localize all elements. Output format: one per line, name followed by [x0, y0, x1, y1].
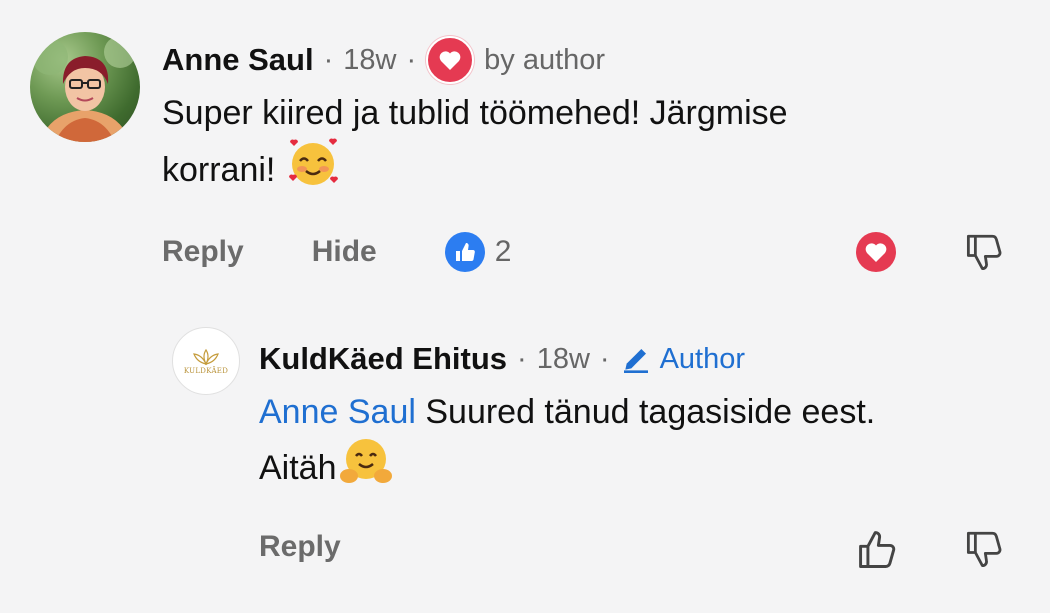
pencil-icon — [623, 349, 648, 373]
separator: · — [517, 342, 527, 375]
reaction-summary[interactable]: 2 — [444, 232, 512, 272]
separator: · — [599, 342, 610, 375]
mention-link[interactable]: Anne Saul — [259, 393, 416, 431]
heart-reaction-icon — [426, 36, 475, 84]
comment-text: Super kiired ja tublid töömehed! Järgmis… — [162, 89, 788, 202]
heart-icon — [865, 243, 887, 262]
author-badge-label: Author — [659, 342, 746, 375]
comment-time[interactable]: 18w — [343, 44, 396, 77]
reply-text: Anne Saul Suured tänud tagasiside eest. … — [259, 388, 875, 499]
reply-text-line: Aitäh — [259, 448, 337, 487]
heart-react-button[interactable] — [856, 232, 896, 272]
thumbs-down-icon — [966, 234, 1002, 271]
hide-button[interactable]: Hide — [312, 235, 377, 269]
comment-text-line: Super kiired ja tublid töömehed! Järgmis… — [162, 94, 788, 132]
smiling-face-with-hearts-icon — [287, 137, 339, 202]
reply-header: KuldKäed Ehitus · 18w · Author — [259, 337, 745, 381]
like-button[interactable] — [856, 528, 900, 572]
reply-reply-button[interactable]: Reply — [259, 530, 341, 564]
like-reaction-icon — [444, 232, 485, 272]
separator: · — [323, 43, 334, 76]
like-count: 2 — [494, 235, 512, 268]
thumbs-up-icon — [859, 531, 896, 568]
liked-by-author-label: by author — [484, 43, 606, 76]
reply-time[interactable]: 18w — [537, 343, 590, 376]
hugging-face-icon — [339, 436, 393, 499]
page-avatar[interactable]: KULDKÄED — [172, 327, 240, 395]
thumbs-down-icon — [966, 531, 1002, 568]
lotus-logo-icon — [193, 348, 219, 365]
dislike-button[interactable] — [964, 231, 1006, 273]
comment-header: Anne Saul · 18w · by author — [162, 36, 606, 84]
comment-author-name[interactable]: Anne Saul — [162, 42, 314, 78]
comment-text-line: korrani! — [162, 150, 276, 189]
avatar-photo — [32, 36, 136, 142]
reply-author-name[interactable]: KuldKäed Ehitus — [259, 341, 507, 377]
comment-actions: Reply Hide 2 — [162, 230, 511, 274]
reply-text-line: Suured tänud tagasiside eest. — [415, 393, 876, 431]
avatar[interactable] — [30, 32, 140, 142]
reply-dislike-button[interactable] — [964, 528, 1006, 570]
author-badge: Author — [620, 343, 745, 376]
separator: · — [406, 43, 417, 76]
avatar-logo-text: KULDKÄED — [183, 366, 229, 375]
reply-button[interactable]: Reply — [162, 235, 244, 269]
